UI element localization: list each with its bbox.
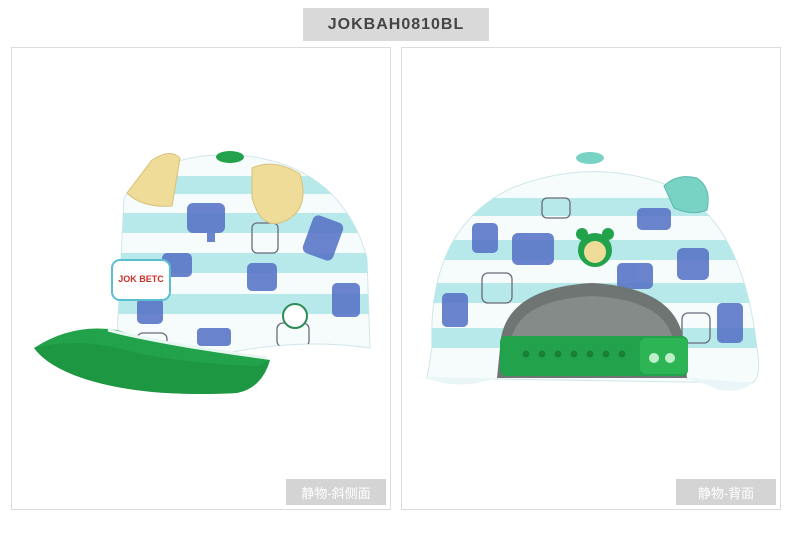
cap-side-photo: JOK BETC: [34, 151, 371, 394]
panel-caption-back: 静物-背面: [676, 479, 776, 505]
photo-panel-side: JOK BETC 静物-斜侧面: [11, 47, 391, 510]
photo-panel-back: 静物-背面: [401, 47, 781, 510]
cap-back-photo: [426, 152, 760, 391]
product-code-label: JOKBAH0810BL: [303, 8, 489, 41]
panel-caption-side: 静物-斜侧面: [286, 479, 386, 505]
cap-badge-text: JOK BETC: [118, 274, 164, 284]
